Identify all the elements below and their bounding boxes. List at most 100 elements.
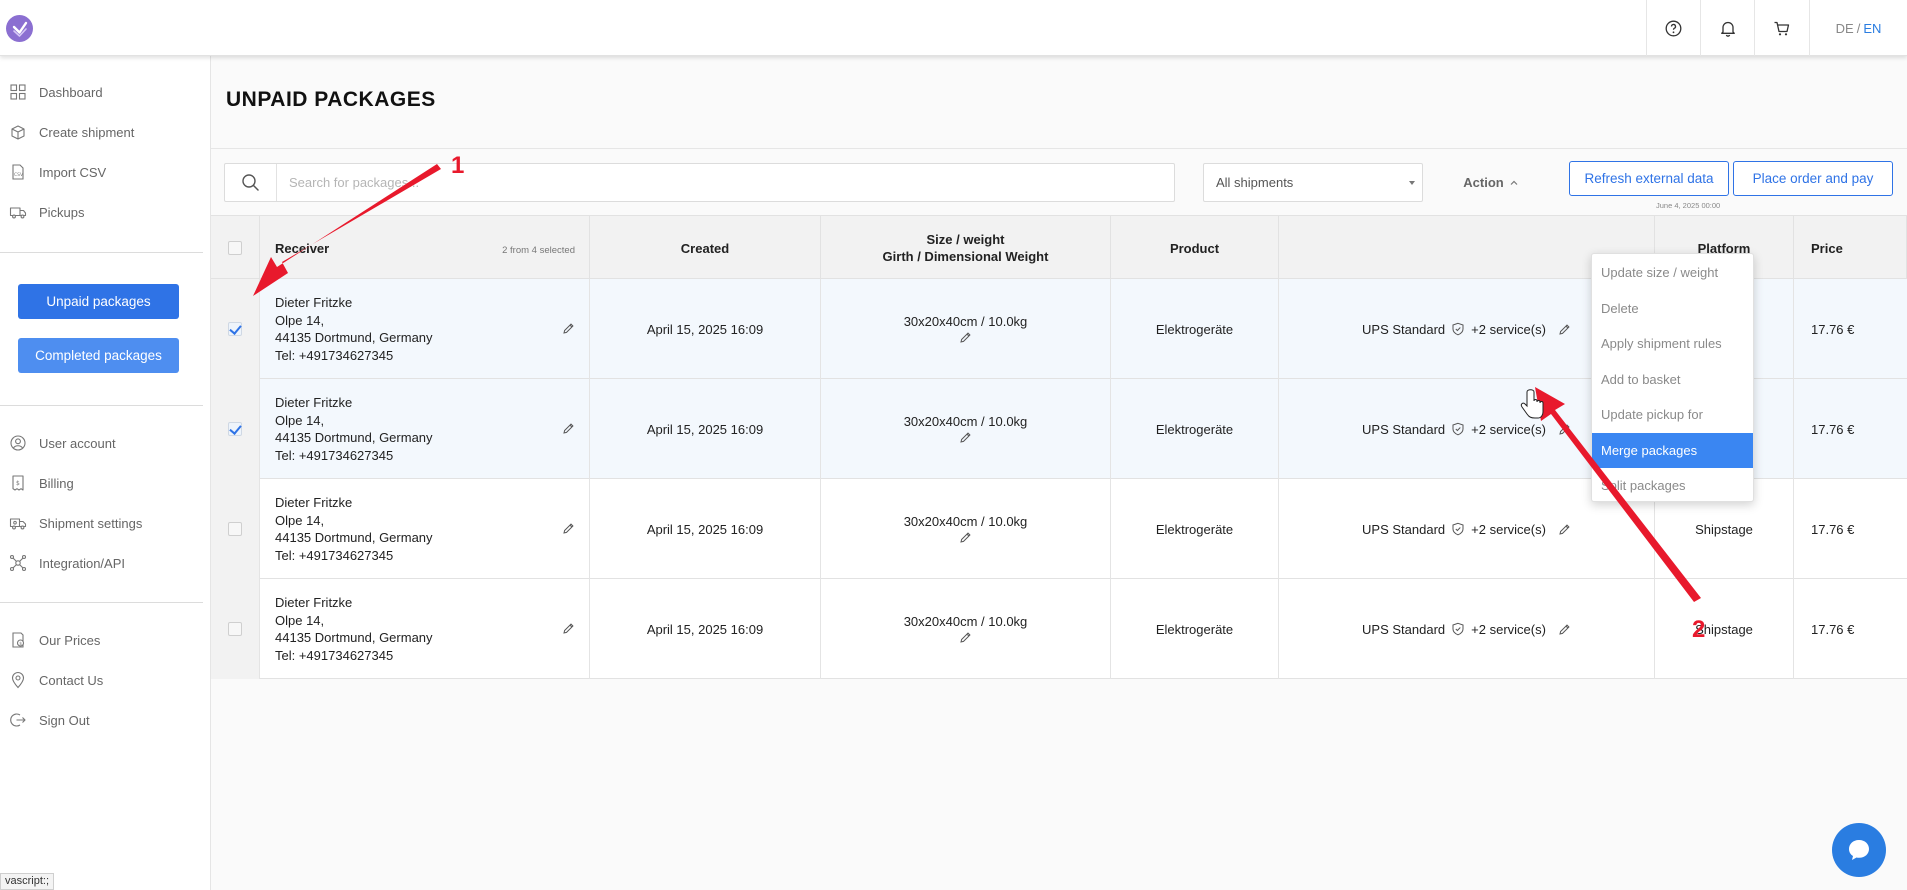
receiver-name: Dieter Fritzke bbox=[275, 595, 353, 610]
row-checkbox[interactable] bbox=[228, 422, 242, 436]
cart-button[interactable] bbox=[1754, 0, 1808, 56]
header-product[interactable]: Product bbox=[1111, 216, 1279, 280]
edit-receiver-pencil-icon[interactable] bbox=[562, 522, 575, 535]
refresh-external-data-button[interactable]: Refresh external data bbox=[1569, 161, 1729, 196]
header-size-line2: Girth / Dimensional Weight bbox=[882, 249, 1049, 264]
table-row[interactable]: Dieter Fritzke Olpe 14, 44135 Dortmund, … bbox=[211, 579, 1907, 679]
row-checkbox[interactable] bbox=[228, 322, 242, 336]
edit-service-pencil-icon[interactable] bbox=[1558, 423, 1571, 436]
edit-service-pencil-icon[interactable] bbox=[1558, 323, 1571, 336]
caret-down-icon bbox=[1409, 181, 1415, 185]
extra-services[interactable]: +2 service(s) bbox=[1471, 622, 1546, 637]
help-icon bbox=[1665, 20, 1682, 36]
shipments-filter-select[interactable]: All shipments bbox=[1203, 163, 1423, 202]
completed-packages-button[interactable]: Completed packages bbox=[18, 338, 179, 373]
unpaid-packages-button[interactable]: Unpaid packages bbox=[18, 284, 179, 319]
search-input[interactable] bbox=[278, 164, 1158, 201]
cart-icon bbox=[1774, 21, 1790, 35]
select-all-checkbox[interactable] bbox=[228, 241, 242, 255]
svg-text:$: $ bbox=[19, 641, 22, 647]
receiver-phone: Tel: +491734627345 bbox=[275, 647, 394, 663]
lang-de[interactable]: DE bbox=[1836, 21, 1854, 36]
edit-size-pencil-icon[interactable] bbox=[959, 431, 972, 444]
sign-out-icon bbox=[10, 713, 26, 727]
integration-icon bbox=[9, 554, 27, 572]
sidebar-item-label: Our Prices bbox=[39, 632, 101, 648]
extra-services[interactable]: +2 service(s) bbox=[1471, 422, 1546, 437]
price-cell: 17.76 € bbox=[1811, 321, 1855, 337]
edit-service-pencil-icon[interactable] bbox=[1558, 523, 1571, 536]
bell-icon bbox=[1720, 21, 1735, 37]
extra-services[interactable]: +2 service(s) bbox=[1471, 522, 1546, 537]
size-weight-value: 30x20x40cm / 10.0kg bbox=[903, 614, 1028, 629]
search-box bbox=[224, 163, 1175, 202]
receiver-name: Dieter Fritzke bbox=[275, 395, 353, 410]
price-list-icon: $ bbox=[12, 632, 25, 648]
menu-item-update-size-weight[interactable]: Update size / weight bbox=[1592, 255, 1753, 291]
created-cell: April 15, 2025 16:09 bbox=[590, 579, 821, 679]
menu-item-merge-packages[interactable]: Merge packages bbox=[1592, 432, 1753, 468]
header-size-weight[interactable]: Size / weight Girth / Dimensional Weight bbox=[821, 216, 1111, 280]
sidebar-item-label: Create shipment bbox=[39, 124, 135, 140]
edit-size-pencil-icon[interactable] bbox=[959, 531, 972, 544]
product-cell: Elektrogeräte bbox=[1111, 579, 1279, 679]
shield-check-icon bbox=[1452, 522, 1464, 536]
notifications-button[interactable] bbox=[1700, 0, 1754, 56]
extra-services[interactable]: +2 service(s) bbox=[1471, 322, 1546, 337]
sidebar-item-billing[interactable]: $ Billing bbox=[0, 468, 211, 498]
search-button[interactable] bbox=[225, 164, 277, 201]
box-icon bbox=[11, 125, 25, 140]
chat-widget-button[interactable] bbox=[1832, 823, 1886, 877]
sidebar-item-label: Sign Out bbox=[39, 712, 90, 728]
edit-receiver-pencil-icon[interactable] bbox=[562, 622, 575, 635]
edit-size-pencil-icon[interactable] bbox=[959, 631, 972, 644]
edit-receiver-pencil-icon[interactable] bbox=[562, 322, 575, 335]
user-icon bbox=[10, 435, 26, 451]
service-cell: UPS Standard +2 service(s) bbox=[1279, 579, 1655, 679]
receiver-phone: Tel: +491734627345 bbox=[275, 447, 394, 463]
row-checkbox-cell bbox=[211, 379, 260, 479]
row-checkbox[interactable] bbox=[228, 522, 242, 536]
lang-en[interactable]: EN bbox=[1863, 21, 1881, 36]
sidebar-item-sign-out[interactable]: Sign Out bbox=[0, 705, 211, 735]
brand-logo-icon[interactable] bbox=[6, 15, 33, 42]
sidebar-item-contact-us[interactable]: Contact Us bbox=[0, 665, 211, 695]
row-checkbox[interactable] bbox=[228, 622, 242, 636]
menu-item-add-to-basket[interactable]: Add to basket bbox=[1592, 362, 1753, 398]
sidebar-item-label: Billing bbox=[39, 475, 74, 491]
sidebar-item-import-csv[interactable]: CSV Import CSV bbox=[0, 157, 211, 187]
header-receiver-label: Receiver bbox=[275, 240, 330, 256]
menu-item-split-packages[interactable]: Split packages bbox=[1592, 468, 1753, 504]
main-content: UNPAID PACKAGES All shipments Action Ref… bbox=[211, 56, 1907, 890]
price-cell: 17.76 € bbox=[1811, 521, 1855, 537]
menu-item-update-pickup[interactable]: Update pickup for bbox=[1592, 397, 1753, 433]
header-price[interactable]: Price bbox=[1794, 216, 1907, 280]
sidebar-item-integration-api[interactable]: Integration/API bbox=[0, 548, 211, 578]
sidebar-item-label: Integration/API bbox=[39, 555, 125, 571]
sidebar-item-our-prices[interactable]: $ Our Prices bbox=[0, 625, 211, 655]
action-menu-button[interactable]: Action bbox=[1451, 163, 1531, 202]
header-receiver[interactable]: Receiver 2 from 4 selected bbox=[260, 216, 590, 280]
receiver-name: Dieter Fritzke bbox=[275, 495, 353, 510]
menu-item-delete[interactable]: Delete bbox=[1592, 291, 1753, 327]
sidebar-item-shipment-settings[interactable]: Shipment settings bbox=[0, 508, 211, 538]
header-size-line1: Size / weight bbox=[926, 232, 1005, 247]
sidebar-item-dashboard[interactable]: Dashboard bbox=[0, 77, 211, 107]
place-order-and-pay-button[interactable]: Place order and pay bbox=[1733, 161, 1893, 196]
language-switcher[interactable]: DE / EN bbox=[1809, 0, 1907, 56]
edit-service-pencil-icon[interactable] bbox=[1558, 623, 1571, 636]
edit-size-pencil-icon[interactable] bbox=[959, 331, 972, 344]
sidebar-item-pickups[interactable]: Pickups bbox=[0, 197, 211, 227]
help-button[interactable] bbox=[1646, 0, 1700, 56]
header-created[interactable]: Created bbox=[590, 216, 821, 280]
service-name: UPS Standard bbox=[1362, 321, 1446, 337]
page-title: UNPAID PACKAGES bbox=[226, 88, 436, 111]
menu-item-apply-shipment-rules[interactable]: Apply shipment rules bbox=[1592, 326, 1753, 362]
size-weight-cell: 30x20x40cm / 10.0kg bbox=[821, 279, 1111, 379]
edit-receiver-pencil-icon[interactable] bbox=[562, 422, 575, 435]
service-name: UPS Standard bbox=[1362, 421, 1446, 437]
sidebar-item-create-shipment[interactable]: Create shipment bbox=[0, 117, 211, 147]
product-cell: Elektrogeräte bbox=[1111, 379, 1279, 479]
receiver-street: Olpe 14, bbox=[275, 412, 325, 428]
sidebar-item-user-account[interactable]: User account bbox=[0, 428, 211, 458]
